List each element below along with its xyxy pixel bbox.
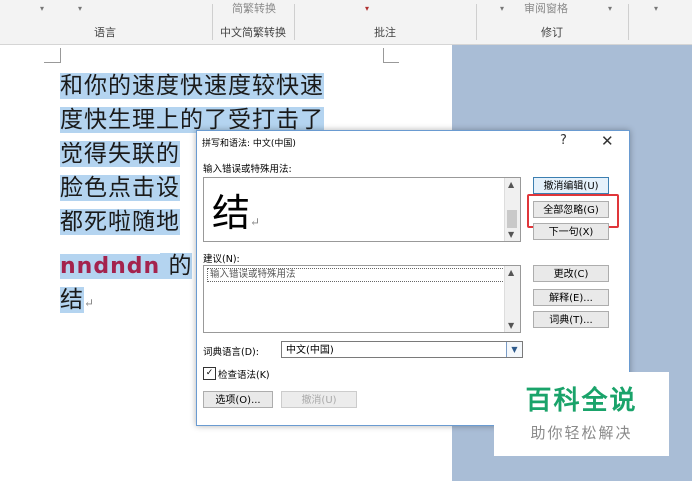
close-icon[interactable]: ✕ <box>601 132 614 150</box>
ribbon-group-language: 语言 <box>94 26 116 39</box>
chevron-down-icon[interactable]: ▾ <box>500 4 504 13</box>
undo-edit-button[interactable]: 撤消编辑(U) <box>533 177 609 194</box>
dictionary-language-select[interactable]: 中文(中国) ▼ <box>281 341 523 358</box>
scroll-down-icon[interactable]: ▼ <box>508 230 514 239</box>
scroll-up-icon[interactable]: ▲ <box>508 180 514 189</box>
chevron-down-icon[interactable]: ▾ <box>365 4 369 13</box>
margin-mark <box>383 62 399 63</box>
margin-mark <box>383 48 384 63</box>
document-line[interactable]: nndndn 的 <box>60 250 193 282</box>
error-text-area[interactable]: 结↵ ▲ ▼ <box>203 177 521 242</box>
margin-mark <box>60 48 61 63</box>
document-line[interactable]: 和你的速度快速度较快速 <box>60 70 324 102</box>
check-grammar-checkbox[interactable]: ✓ <box>203 367 216 380</box>
dialog-title: 拼写和语法: 中文(中国) <box>202 139 296 149</box>
watermark-subtitle: 助你轻松解决 <box>530 424 633 442</box>
chevron-down-icon[interactable]: ▾ <box>40 4 44 13</box>
chevron-down-icon[interactable]: ▾ <box>78 4 82 13</box>
dictionary-language-label: 词典语言(D): <box>203 347 259 358</box>
ribbon: 简繁转换 审阅窗格 ▾ ▾ ▾ ▾ ▾ ▾ 语言 中文简繁转换 批注 修订 <box>0 0 692 45</box>
chevron-down-icon[interactable]: ▼ <box>506 342 522 357</box>
ribbon-group-chinese-conversion: 中文简繁转换 <box>220 26 286 39</box>
suggestions-scrollbar[interactable]: ▲ ▼ <box>504 266 520 332</box>
error-scrollbar[interactable]: ▲ ▼ <box>504 178 520 241</box>
document-line[interactable]: 结↵ <box>60 284 95 316</box>
dictionary-button[interactable]: 词典(T)... <box>533 311 609 328</box>
ribbon-separator <box>628 4 629 40</box>
check-grammar-label: 检查语法(K) <box>218 370 270 381</box>
scroll-up-icon[interactable]: ▲ <box>508 268 514 277</box>
paragraph-mark-icon: ↵ <box>84 296 96 310</box>
help-button[interactable]: ? <box>560 133 567 148</box>
ribbon-top-label-reviewing-pane[interactable]: 审阅窗格 <box>524 0 594 18</box>
options-button[interactable]: 选项(O)... <box>203 391 273 408</box>
suggestions-list[interactable]: 输入错误或特殊用法 ▲ ▼ <box>203 265 521 333</box>
error-label: 输入错误或特殊用法: <box>203 164 292 175</box>
suggestions-label: 建议(N): <box>203 254 240 265</box>
ribbon-group-tracking: 修订 <box>541 26 563 39</box>
next-sentence-button[interactable]: 下一句(X) <box>533 223 609 240</box>
explain-button[interactable]: 解释(E)... <box>533 289 609 306</box>
scroll-thumb[interactable] <box>507 210 517 228</box>
watermark: 百科全说 助你轻松解决 <box>494 372 669 456</box>
document-line[interactable]: 觉得失联的 <box>60 138 180 170</box>
list-item[interactable]: 输入错误或特殊用法 <box>207 268 509 282</box>
error-text: 结↵ <box>212 191 261 235</box>
margin-mark <box>44 62 60 63</box>
watermark-title: 百科全说 <box>525 386 638 416</box>
ribbon-top-label-traditional[interactable]: 简繁转换 <box>232 0 292 18</box>
undo-button[interactable]: 撤消(U) <box>281 391 357 408</box>
scroll-down-icon[interactable]: ▼ <box>508 321 514 330</box>
paragraph-mark-icon: ↵ <box>250 215 261 229</box>
ribbon-group-comments: 批注 <box>374 26 396 39</box>
dictionary-language-value: 中文(中国) <box>286 345 334 356</box>
document-line[interactable]: 都死啦随地 <box>60 206 180 238</box>
chevron-down-icon[interactable]: ▾ <box>608 4 612 13</box>
chevron-down-icon[interactable]: ▾ <box>654 4 658 13</box>
change-button[interactable]: 更改(C) <box>533 265 609 282</box>
document-line[interactable]: 脸色点击设 <box>60 172 180 204</box>
